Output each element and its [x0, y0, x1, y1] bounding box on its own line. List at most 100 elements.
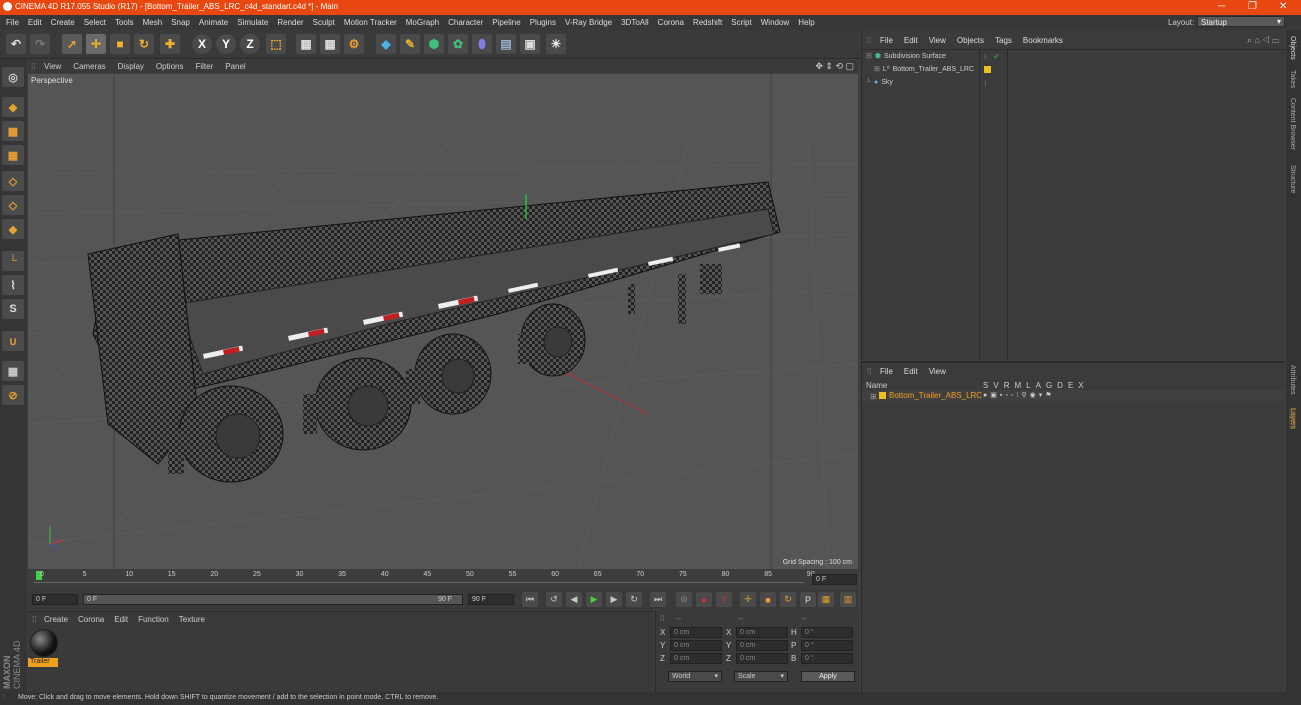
- enable-axis-icon[interactable]: ⊘: [2, 385, 24, 405]
- coord-size-field[interactable]: 0 cm: [736, 640, 788, 651]
- coord-rotation-field[interactable]: 0 °: [801, 640, 853, 651]
- menu-item[interactable]: Redshift: [693, 18, 722, 27]
- go-to-end-icon[interactable]: ⏭: [650, 592, 666, 607]
- menu-item[interactable]: Snap: [171, 18, 190, 27]
- viewport-nav-icons[interactable]: ✥ ⇕ ⟲ ▢: [815, 61, 854, 72]
- menu-item[interactable]: V-Ray Bridge: [565, 18, 612, 27]
- move-icon[interactable]: ✛: [86, 34, 106, 54]
- tab-objects[interactable]: Objects: [1289, 36, 1296, 60]
- grid-lock-icon[interactable]: ▦: [2, 361, 24, 381]
- menu-item[interactable]: Mesh: [143, 18, 163, 27]
- coordinate-system-icon[interactable]: ⬚: [266, 34, 286, 54]
- key-param-icon[interactable]: P: [800, 592, 816, 607]
- coord-size-field[interactable]: 0 cm: [736, 653, 788, 664]
- menu-item[interactable]: Script: [731, 18, 751, 27]
- prev-frame-icon[interactable]: ◀: [566, 592, 582, 607]
- tab-layers[interactable]: Layers: [1289, 408, 1296, 430]
- material-menu-item[interactable]: Corona: [78, 615, 104, 624]
- menu-item[interactable]: Animate: [199, 18, 228, 27]
- layer-name[interactable]: Bottom_Trailer_ABS_LRC: [889, 391, 982, 400]
- menu-item[interactable]: Create: [51, 18, 75, 27]
- coord-position-field[interactable]: 0 cm: [670, 653, 722, 664]
- polygons-mode-icon[interactable]: ◆: [2, 219, 24, 239]
- coord-size-field[interactable]: 0 cm: [736, 627, 788, 638]
- record-disabled-icon[interactable]: ⊘: [676, 592, 692, 607]
- viewport[interactable]: Perspective Grid Spacing : 100 cm: [28, 74, 858, 569]
- play-icon[interactable]: ▶: [586, 592, 602, 607]
- coord-position-field[interactable]: 0 cm: [670, 640, 722, 651]
- render-settings-icon[interactable]: ⚙: [344, 34, 364, 54]
- render-view-icon[interactable]: ▦: [296, 34, 316, 54]
- object-menu-item[interactable]: View: [929, 36, 946, 45]
- cube-icon[interactable]: ◆: [376, 34, 396, 54]
- close-icon[interactable]: ✕: [1279, 1, 1287, 12]
- light-icon[interactable]: ☀: [546, 34, 566, 54]
- texture-mode-icon[interactable]: ▩: [2, 121, 24, 141]
- layer-menu-item[interactable]: File: [880, 367, 893, 376]
- timeline[interactable]: 0 5 10 15 20 25 30 35 40 45 50 55 60 65 70 75 80 85 90 0 F: [28, 569, 858, 590]
- layout-select[interactable]: Startup ▾: [1197, 16, 1285, 27]
- material-menu-item[interactable]: Edit: [114, 615, 128, 624]
- visibility-dots-icon[interactable]: ⁝: [984, 52, 987, 61]
- menu-item[interactable]: File: [6, 18, 19, 27]
- menu-item[interactable]: Plugins: [530, 18, 556, 27]
- coord-mode-select[interactable]: World ▾: [668, 671, 722, 682]
- key-pla-icon[interactable]: ▦: [818, 592, 834, 607]
- auto-key-icon[interactable]: ?: [716, 592, 732, 607]
- next-frame-icon[interactable]: ▶: [606, 592, 622, 607]
- menu-item[interactable]: Character: [448, 18, 483, 27]
- menu-item[interactable]: MoGraph: [406, 18, 439, 27]
- floor-icon[interactable]: ▤: [496, 34, 516, 54]
- workplane-mode-icon[interactable]: ▦: [2, 145, 24, 165]
- tab-content-browser[interactable]: Content Browser: [1289, 98, 1296, 150]
- object-row-trailer[interactable]: ⊞ L⁰ Bottom_Trailer_ABS_LRC: [874, 65, 974, 74]
- key-move-icon[interactable]: ✛: [740, 592, 756, 607]
- object-menu-item[interactable]: Objects: [957, 36, 984, 45]
- minimize-icon[interactable]: ─: [1218, 1, 1225, 12]
- layer-flags[interactable]: ●▣▪▫◦⁝⚲◉▾⚑: [983, 391, 1055, 399]
- enabled-check-icon[interactable]: ✓: [993, 52, 1000, 61]
- model-mode-icon[interactable]: ◆: [2, 97, 24, 117]
- layer-row[interactable]: ⊞ Bottom_Trailer_ABS_LRC ●▣▪▫◦⁝⚲◉▾⚑: [862, 390, 1286, 401]
- menu-item[interactable]: Simulate: [237, 18, 268, 27]
- axis-mode-icon[interactable]: └: [2, 251, 24, 271]
- material-menu-item[interactable]: Function: [138, 615, 169, 624]
- make-editable-icon[interactable]: ◎: [2, 67, 24, 87]
- y-axis-icon[interactable]: Y: [216, 34, 236, 54]
- menu-item[interactable]: Help: [798, 18, 814, 27]
- viewport-menu-item[interactable]: Panel: [225, 62, 245, 71]
- material-thumbnail[interactable]: [30, 629, 58, 657]
- visibility-dots-icon[interactable]: ⁝: [984, 79, 987, 88]
- object-row-subdivision[interactable]: ⊟ ⬢ Subdivision Surface: [866, 52, 946, 61]
- object-menu-item[interactable]: Tags: [995, 36, 1012, 45]
- record-icon[interactable]: ●: [696, 592, 712, 607]
- end-frame-field[interactable]: 90 F: [468, 594, 514, 605]
- render-picture-viewer-icon[interactable]: ▦: [320, 34, 340, 54]
- scale-icon[interactable]: ■: [110, 34, 130, 54]
- menu-item[interactable]: 3DToAll: [621, 18, 649, 27]
- timeline-window-icon[interactable]: ▥: [840, 592, 856, 607]
- viewport-menu-item[interactable]: Filter: [195, 62, 213, 71]
- magnet-icon[interactable]: ∪: [2, 331, 24, 351]
- snap-icon[interactable]: S: [2, 299, 24, 319]
- layer-menu-item[interactable]: Edit: [904, 367, 918, 376]
- object-manager-nav-icons[interactable]: ⌕ ⌂ ◁ ▭: [1247, 35, 1279, 46]
- layer-menu-item[interactable]: View: [929, 367, 946, 376]
- points-mode-icon[interactable]: ◇: [2, 171, 24, 191]
- material-menu-item[interactable]: Create: [44, 615, 68, 624]
- object-menu-item[interactable]: Bookmarks: [1023, 36, 1063, 45]
- current-frame-field[interactable]: 0 F: [812, 574, 857, 585]
- menu-item[interactable]: Corona: [658, 18, 684, 27]
- menu-item[interactable]: Edit: [28, 18, 42, 27]
- select-arrow-icon[interactable]: ➚: [62, 34, 82, 54]
- viewport-menu-item[interactable]: Cameras: [73, 62, 105, 71]
- object-menu-item[interactable]: File: [880, 36, 893, 45]
- menu-item[interactable]: Window: [761, 18, 789, 27]
- coord-rotation-field[interactable]: 0 °: [801, 653, 853, 664]
- undo-icon[interactable]: ↶: [6, 34, 26, 54]
- coord-position-field[interactable]: 0 cm: [670, 627, 722, 638]
- key-scale-icon[interactable]: ■: [760, 592, 776, 607]
- rotate-icon[interactable]: ↻: [134, 34, 154, 54]
- edges-mode-icon[interactable]: ◇: [2, 195, 24, 215]
- tab-structure[interactable]: Structure: [1289, 165, 1296, 193]
